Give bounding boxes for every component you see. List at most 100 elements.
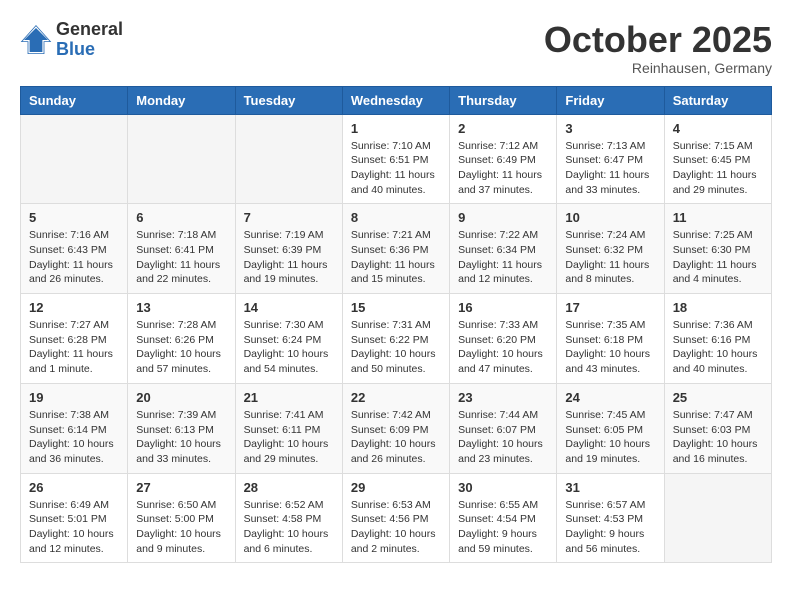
- calendar-week: 5 Sunrise: 7:16 AM Sunset: 6:43 PM Daylig…: [21, 204, 772, 294]
- calendar-cell: 22 Sunrise: 7:42 AM Sunset: 6:09 PM Dayli…: [342, 383, 449, 473]
- calendar-cell: 24 Sunrise: 7:45 AM Sunset: 6:05 PM Dayli…: [557, 383, 664, 473]
- day-info: Sunrise: 7:10 AM Sunset: 6:51 PM Dayligh…: [351, 139, 441, 198]
- logo-blue: Blue: [56, 40, 123, 60]
- day-number: 30: [458, 480, 548, 495]
- calendar-cell: 21 Sunrise: 7:41 AM Sunset: 6:11 PM Dayli…: [235, 383, 342, 473]
- day-number: 21: [244, 390, 334, 405]
- calendar-cell: 18Sunrise: 7:36 AM Sunset: 6:16 PM Dayli…: [664, 294, 771, 384]
- day-info: Sunrise: 6:49 AM Sunset: 5:01 PM Dayligh…: [29, 498, 119, 557]
- calendar-cell: 7 Sunrise: 7:19 AM Sunset: 6:39 PM Daylig…: [235, 204, 342, 294]
- calendar-cell: 29 Sunrise: 6:53 AM Sunset: 4:56 PM Dayli…: [342, 473, 449, 563]
- day-info: Sunrise: 7:31 AM Sunset: 6:22 PM Dayligh…: [351, 318, 441, 377]
- day-number: 14: [244, 300, 334, 315]
- day-number: 18: [673, 300, 763, 315]
- day-number: 5: [29, 210, 119, 225]
- day-number: 29: [351, 480, 441, 495]
- day-info: Sunrise: 7:41 AM Sunset: 6:11 PM Dayligh…: [244, 408, 334, 467]
- calendar-cell: [664, 473, 771, 563]
- day-number: 27: [136, 480, 226, 495]
- day-number: 31: [565, 480, 655, 495]
- day-info: Sunrise: 7:15 AM Sunset: 6:45 PM Dayligh…: [673, 139, 763, 198]
- calendar-cell: 16 Sunrise: 7:33 AM Sunset: 6:20 PM Dayli…: [450, 294, 557, 384]
- day-number: 10: [565, 210, 655, 225]
- day-info: Sunrise: 7:16 AM Sunset: 6:43 PM Dayligh…: [29, 228, 119, 287]
- day-info: Sunrise: 7:45 AM Sunset: 6:05 PM Dayligh…: [565, 408, 655, 467]
- day-number: 4: [673, 121, 763, 136]
- day-number: 20: [136, 390, 226, 405]
- calendar-cell: 6 Sunrise: 7:18 AM Sunset: 6:41 PM Daylig…: [128, 204, 235, 294]
- calendar-cell: 30 Sunrise: 6:55 AM Sunset: 4:54 PM Dayli…: [450, 473, 557, 563]
- day-number: 12: [29, 300, 119, 315]
- day-number: 28: [244, 480, 334, 495]
- day-info: Sunrise: 7:12 AM Sunset: 6:49 PM Dayligh…: [458, 139, 548, 198]
- day-info: Sunrise: 6:52 AM Sunset: 4:58 PM Dayligh…: [244, 498, 334, 557]
- calendar-cell: 9Sunrise: 7:22 AM Sunset: 6:34 PM Daylig…: [450, 204, 557, 294]
- month-title: October 2025: [544, 20, 772, 60]
- day-info: Sunrise: 6:55 AM Sunset: 4:54 PM Dayligh…: [458, 498, 548, 557]
- day-info: Sunrise: 7:33 AM Sunset: 6:20 PM Dayligh…: [458, 318, 548, 377]
- day-info: Sunrise: 7:21 AM Sunset: 6:36 PM Dayligh…: [351, 228, 441, 287]
- logo-text: General Blue: [56, 20, 123, 60]
- calendar-cell: 28 Sunrise: 6:52 AM Sunset: 4:58 PM Dayli…: [235, 473, 342, 563]
- day-number: 15: [351, 300, 441, 315]
- day-info: Sunrise: 7:18 AM Sunset: 6:41 PM Dayligh…: [136, 228, 226, 287]
- logo: General Blue: [20, 20, 123, 60]
- day-info: Sunrise: 7:47 AM Sunset: 6:03 PM Dayligh…: [673, 408, 763, 467]
- calendar-cell: 12Sunrise: 7:27 AM Sunset: 6:28 PM Dayli…: [21, 294, 128, 384]
- weekday-header: Saturday: [664, 86, 771, 114]
- calendar-cell: 1 Sunrise: 7:10 AM Sunset: 6:51 PM Daylig…: [342, 114, 449, 204]
- calendar-cell: 27Sunrise: 6:50 AM Sunset: 5:00 PM Dayli…: [128, 473, 235, 563]
- day-number: 17: [565, 300, 655, 315]
- calendar-cell: 26 Sunrise: 6:49 AM Sunset: 5:01 PM Dayli…: [21, 473, 128, 563]
- calendar-week: 26 Sunrise: 6:49 AM Sunset: 5:01 PM Dayli…: [21, 473, 772, 563]
- day-info: Sunrise: 7:44 AM Sunset: 6:07 PM Dayligh…: [458, 408, 548, 467]
- calendar-cell: 4 Sunrise: 7:15 AM Sunset: 6:45 PM Daylig…: [664, 114, 771, 204]
- day-number: 8: [351, 210, 441, 225]
- weekday-header: Monday: [128, 86, 235, 114]
- calendar-cell: 5 Sunrise: 7:16 AM Sunset: 6:43 PM Daylig…: [21, 204, 128, 294]
- day-number: 3: [565, 121, 655, 136]
- calendar-cell: 15 Sunrise: 7:31 AM Sunset: 6:22 PM Dayli…: [342, 294, 449, 384]
- page-header: General Blue October 2025 Reinhausen, Ge…: [20, 20, 772, 76]
- calendar-cell: 3 Sunrise: 7:13 AM Sunset: 6:47 PM Daylig…: [557, 114, 664, 204]
- day-info: Sunrise: 7:42 AM Sunset: 6:09 PM Dayligh…: [351, 408, 441, 467]
- day-info: Sunrise: 7:24 AM Sunset: 6:32 PM Dayligh…: [565, 228, 655, 287]
- calendar-cell: [128, 114, 235, 204]
- day-info: Sunrise: 6:53 AM Sunset: 4:56 PM Dayligh…: [351, 498, 441, 557]
- day-info: Sunrise: 7:30 AM Sunset: 6:24 PM Dayligh…: [244, 318, 334, 377]
- calendar-cell: 25 Sunrise: 7:47 AM Sunset: 6:03 PM Dayli…: [664, 383, 771, 473]
- day-info: Sunrise: 7:19 AM Sunset: 6:39 PM Dayligh…: [244, 228, 334, 287]
- day-number: 2: [458, 121, 548, 136]
- day-info: Sunrise: 7:25 AM Sunset: 6:30 PM Dayligh…: [673, 228, 763, 287]
- day-info: Sunrise: 6:57 AM Sunset: 4:53 PM Dayligh…: [565, 498, 655, 557]
- calendar-cell: 2 Sunrise: 7:12 AM Sunset: 6:49 PM Daylig…: [450, 114, 557, 204]
- day-number: 7: [244, 210, 334, 225]
- day-number: 25: [673, 390, 763, 405]
- day-number: 24: [565, 390, 655, 405]
- calendar-cell: 23 Sunrise: 7:44 AM Sunset: 6:07 PM Dayli…: [450, 383, 557, 473]
- day-number: 26: [29, 480, 119, 495]
- logo-icon: [20, 24, 52, 56]
- day-number: 23: [458, 390, 548, 405]
- day-info: Sunrise: 7:35 AM Sunset: 6:18 PM Dayligh…: [565, 318, 655, 377]
- calendar-cell: [235, 114, 342, 204]
- day-info: Sunrise: 7:39 AM Sunset: 6:13 PM Dayligh…: [136, 408, 226, 467]
- day-number: 22: [351, 390, 441, 405]
- day-info: Sunrise: 7:13 AM Sunset: 6:47 PM Dayligh…: [565, 139, 655, 198]
- day-number: 1: [351, 121, 441, 136]
- day-number: 16: [458, 300, 548, 315]
- day-number: 6: [136, 210, 226, 225]
- calendar-cell: [21, 114, 128, 204]
- header-row: SundayMondayTuesdayWednesdayThursdayFrid…: [21, 86, 772, 114]
- calendar-cell: 11Sunrise: 7:25 AM Sunset: 6:30 PM Dayli…: [664, 204, 771, 294]
- calendar-cell: 13Sunrise: 7:28 AM Sunset: 6:26 PM Dayli…: [128, 294, 235, 384]
- calendar-cell: 8 Sunrise: 7:21 AM Sunset: 6:36 PM Daylig…: [342, 204, 449, 294]
- calendar-week: 12Sunrise: 7:27 AM Sunset: 6:28 PM Dayli…: [21, 294, 772, 384]
- calendar: SundayMondayTuesdayWednesdayThursdayFrid…: [20, 86, 772, 564]
- weekday-header: Sunday: [21, 86, 128, 114]
- calendar-cell: 17 Sunrise: 7:35 AM Sunset: 6:18 PM Dayli…: [557, 294, 664, 384]
- calendar-cell: 19Sunrise: 7:38 AM Sunset: 6:14 PM Dayli…: [21, 383, 128, 473]
- weekday-header: Friday: [557, 86, 664, 114]
- title-area: October 2025 Reinhausen, Germany: [544, 20, 772, 76]
- weekday-header: Wednesday: [342, 86, 449, 114]
